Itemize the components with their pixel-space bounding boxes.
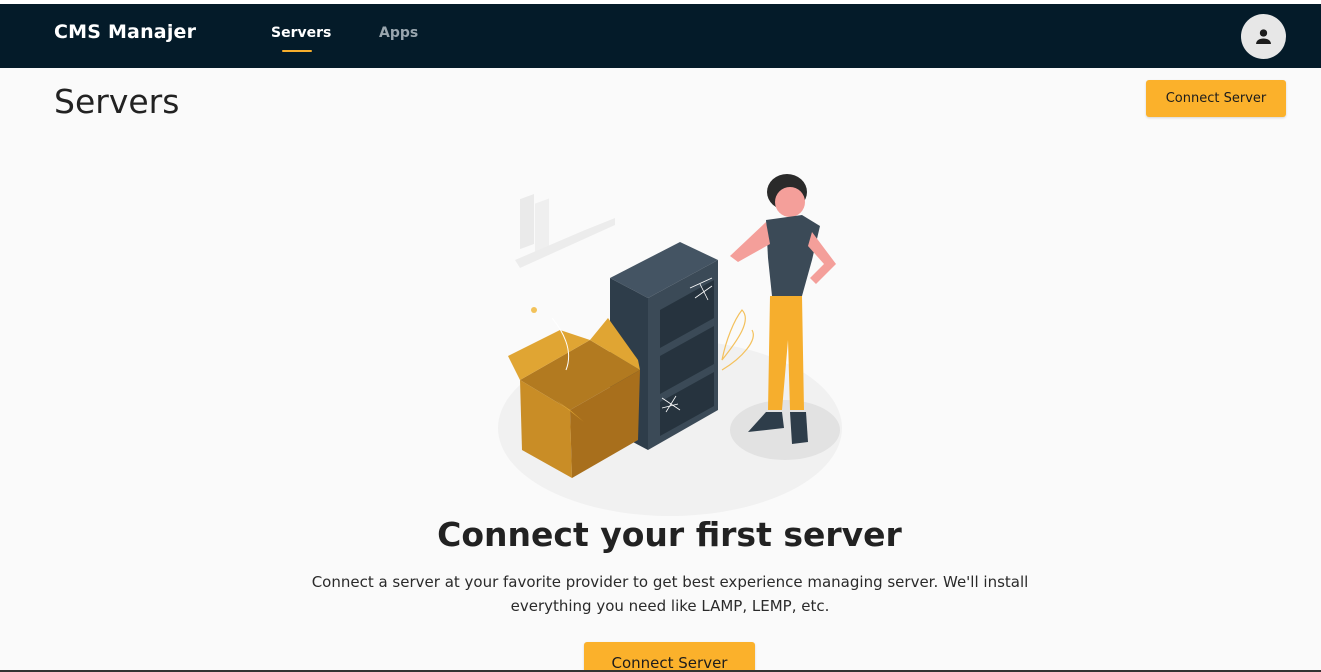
user-avatar-button[interactable] [1241, 14, 1286, 59]
active-tab-indicator [282, 50, 312, 52]
empty-state-title: Connect your first server [437, 515, 902, 554]
page-title: Servers [54, 82, 180, 121]
connect-server-button[interactable]: Connect Server [1146, 80, 1286, 117]
connect-server-cta-button[interactable]: Connect Server [584, 642, 755, 672]
header-background [0, 4, 1321, 68]
empty-state-description: Connect a server at your favorite provid… [311, 573, 1029, 615]
top-navigation-bar: CMS Manajer Servers Apps [0, 0, 1321, 68]
tab-apps[interactable]: Apps [379, 25, 418, 41]
tab-servers[interactable]: Servers [271, 25, 331, 41]
person-icon [1256, 29, 1271, 44]
brand-name: CMS Manajer [54, 21, 197, 43]
empty-state-illustration [498, 174, 842, 516]
